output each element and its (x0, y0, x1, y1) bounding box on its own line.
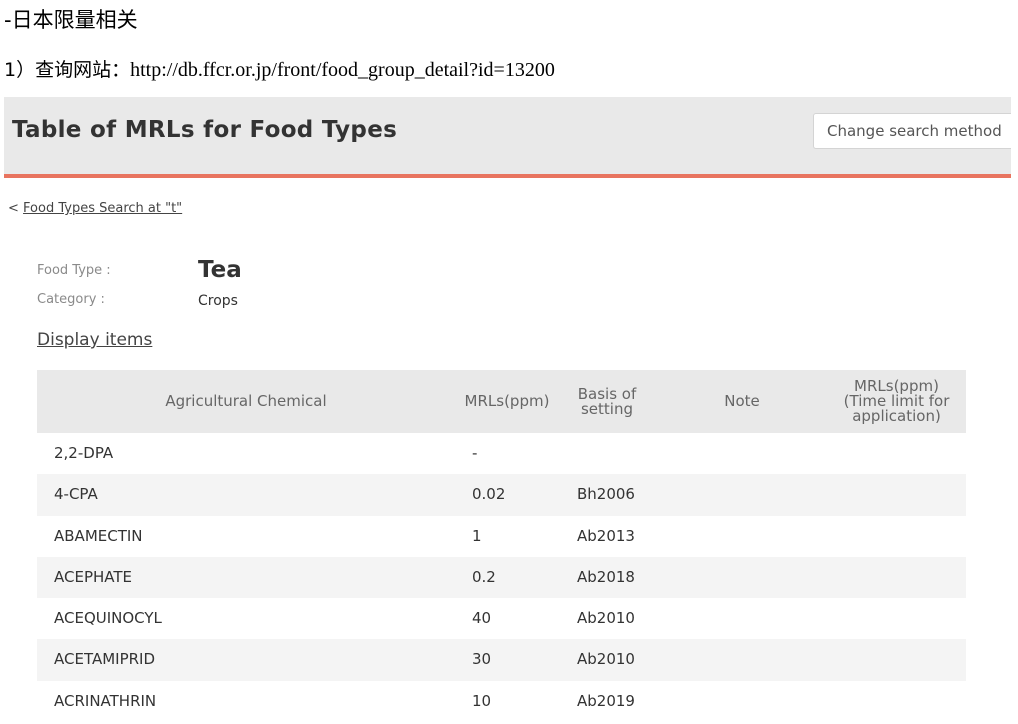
basis-cell: Ab2010 (577, 650, 635, 669)
chemical-cell: ACEQUINOCYL (54, 609, 162, 628)
table-header: Agricultural Chemical MRLs(ppm) Basis of… (37, 370, 966, 433)
mrl-table: Agricultural Chemical MRLs(ppm) Basis of… (37, 370, 966, 722)
food-types-search-link[interactable]: Food Types Search at "t" (23, 201, 182, 216)
page-title: Table of MRLs for Food Types (12, 117, 398, 143)
table-row: ACEQUINOCYL 40 Ab2010 (37, 598, 966, 639)
column-header-note: Note (724, 392, 760, 410)
column-header-basis: Basis of setting (577, 384, 637, 418)
table-row: ABAMECTIN 1 Ab2013 (37, 516, 966, 557)
table-row: 4-CPA 0.02 Bh2006 (37, 474, 966, 516)
chemical-cell: ACETAMIPRID (54, 650, 156, 669)
table-row: ACETAMIPRID 30 Ab2010 (37, 639, 966, 681)
basis-cell: Ab2013 (577, 526, 635, 545)
mrl-cell: 40 (472, 609, 492, 628)
mrl-cell: - (472, 444, 478, 462)
table-row: ACRINATHRIN 10 Ab2019 (37, 681, 966, 722)
mrl-cell: 1 (472, 526, 482, 545)
chemical-cell: ACEPHATE (54, 567, 133, 586)
url-prefix: 1）查询网站： (4, 59, 131, 81)
column-header-chemical: Agricultural Chemical (165, 392, 327, 410)
change-search-method-button[interactable]: Change search method (813, 113, 1011, 149)
basis-cell: Ab2010 (577, 609, 635, 628)
table-row: ACEPHATE 0.2 Ab2018 (37, 556, 966, 599)
back-arrow-icon: < (8, 201, 19, 216)
basis-cell: Ab2018 (577, 567, 635, 586)
food-type-value: Tea (198, 257, 242, 283)
basis-cell: Bh2006 (577, 485, 635, 504)
document-heading: -日本限量相关 (4, 8, 138, 32)
category-label: Category : (37, 292, 105, 307)
chemical-cell: 4-CPA (54, 485, 98, 504)
column-header-mrl: MRLs(ppm) (464, 392, 550, 410)
mrl-cell: 0.02 (472, 485, 506, 504)
mrl-cell: 30 (472, 650, 492, 669)
column-header-mrl-time-limit: MRLs(ppm) (Time limit for application) (843, 377, 950, 425)
display-items-link[interactable]: Display items (37, 330, 152, 350)
page-header: Table of MRLs for Food Types Change sear… (4, 97, 1011, 178)
chemical-cell: ABAMECTIN (54, 526, 143, 545)
chemical-cell: 2,2-DPA (54, 444, 114, 462)
food-type-label: Food Type : (37, 263, 111, 278)
category-value: Crops (198, 293, 238, 309)
document-url-line: 1）查询网站：http://db.ffcr.or.jp/front/food_g… (4, 55, 555, 82)
chemical-cell: ACRINATHRIN (54, 691, 157, 710)
url-text: http://db.ffcr.or.jp/front/food_group_de… (130, 59, 555, 81)
basis-cell: Ab2019 (577, 691, 635, 710)
breadcrumb: < Food Types Search at "t" (8, 201, 182, 216)
table-body: 2,2-DPA -4-CPA 0.02 Bh2006 ABAMECTIN 1 Ab2013 A… (37, 433, 966, 722)
table-row: 2,2-DPA - (37, 433, 966, 474)
mrl-cell: 10 (472, 691, 492, 710)
mrl-cell: 0.2 (472, 567, 496, 586)
